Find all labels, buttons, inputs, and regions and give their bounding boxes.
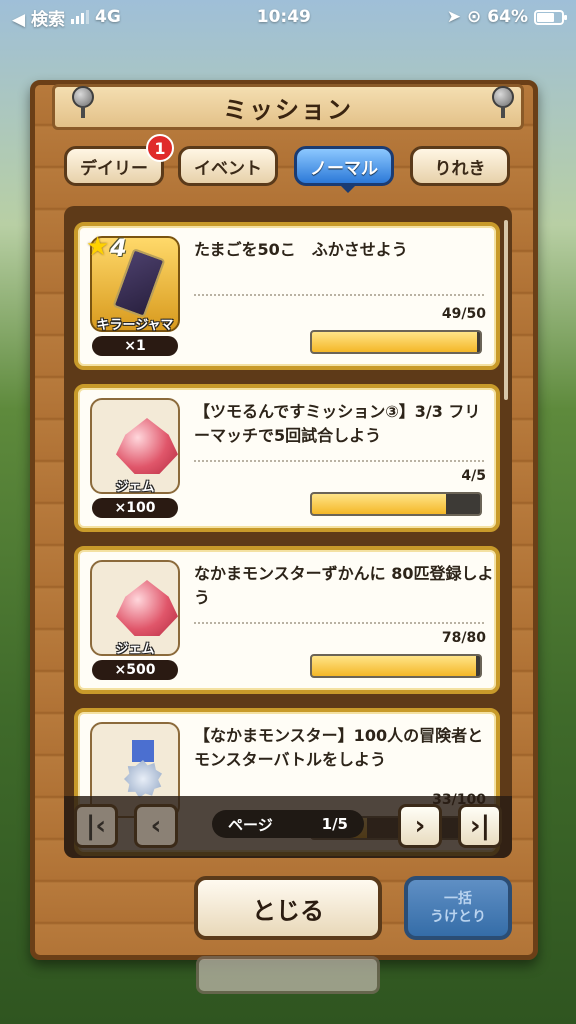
progress-bar	[310, 492, 482, 516]
progress-fill	[312, 656, 476, 676]
star-icon: ★	[86, 232, 110, 262]
clock: 10:49	[256, 7, 311, 27]
title-plate: ミッション	[52, 84, 524, 130]
page-label: ページ	[228, 815, 273, 834]
progress-count: 49/50	[441, 306, 486, 322]
notification-badge: 1	[146, 134, 174, 162]
chevron-right-icon: ›	[414, 811, 426, 841]
progress-count: 78/80	[441, 630, 486, 646]
rotation-lock-icon: ⊙	[467, 7, 482, 27]
signal-icon	[71, 10, 89, 24]
back-to-search[interactable]: ◀ 検索	[12, 5, 65, 30]
page-title: ミッション	[223, 95, 353, 124]
pin-icon	[72, 86, 94, 118]
mission-card: ジェム ×100 【ツモるんですミッション③】3/3 フリーマッチで5回試合しよ…	[74, 384, 500, 532]
mission-card: ★ 4 キラージャマーδ ×1 たまごを50こ ふかさせよう 49/50	[74, 222, 500, 370]
background-button	[196, 956, 380, 994]
mission-text: たまごを50こ ふかさせよう	[194, 240, 408, 259]
progress-fill	[312, 494, 447, 514]
mission-text: 【なかまモンスター】100人の冒険者とモンスターバトルをしよう	[194, 726, 484, 769]
first-page-icon: |‹	[85, 811, 107, 841]
progress-bar	[310, 330, 482, 354]
tab-normal[interactable]: ノーマル	[294, 146, 394, 193]
gem-icon	[116, 418, 178, 474]
star-rank: 4	[110, 234, 127, 262]
page-value: 1/5	[321, 815, 348, 833]
network-type: 4G	[95, 7, 121, 27]
chevron-left-icon: ‹	[150, 811, 162, 841]
reward-quantity: ×1	[92, 336, 178, 356]
tab-event[interactable]: イベント	[178, 146, 278, 186]
gem-icon	[116, 580, 178, 636]
claim-all-button[interactable]: 一括 うけとり	[404, 876, 512, 940]
first-page-button[interactable]: |‹	[74, 804, 118, 848]
close-button[interactable]: とじる	[194, 876, 382, 940]
reward-name: ジェム	[115, 642, 155, 657]
location-icon: ➤	[446, 7, 462, 27]
last-page-button[interactable]: ›|	[458, 804, 502, 848]
mission-text: なかまモンスターずかんに 80匹登録しよう	[194, 564, 494, 607]
reward-quantity: ×500	[92, 660, 178, 680]
medal-icon	[120, 740, 166, 802]
mission-card: ジェム ×500 なかまモンスターずかんに 80匹登録しよう 78/80	[74, 546, 500, 694]
status-bar: ◀ 検索 4G 10:49 ➤ ⊙ 64%	[0, 0, 576, 34]
pin-icon	[492, 86, 514, 118]
divider	[194, 460, 484, 462]
battery-icon	[534, 9, 567, 25]
progress-count: 4/5	[461, 468, 486, 484]
progress-bar	[310, 654, 482, 678]
divider	[194, 622, 484, 624]
divider	[194, 294, 484, 296]
list-scrollbar[interactable]	[504, 220, 508, 400]
mission-text: 【ツモるんですミッション③】3/3 フリーマッチで5回試合しよう	[194, 402, 481, 445]
battery-percent: 64%	[487, 7, 528, 27]
progress-fill	[312, 332, 477, 352]
next-page-button[interactable]: ›	[398, 804, 442, 848]
page-indicator: ページ 1/5	[212, 810, 364, 838]
reward-name: ジェム	[115, 480, 155, 495]
prev-page-button[interactable]: ‹	[134, 804, 178, 848]
tab-history[interactable]: りれき	[410, 146, 510, 186]
mission-list[interactable]: ★ 4 キラージャマーδ ×1 たまごを50こ ふかさせよう 49/50 ジェム…	[64, 206, 512, 858]
last-page-icon: ›|	[469, 811, 491, 841]
reward-quantity: ×100	[92, 498, 178, 518]
